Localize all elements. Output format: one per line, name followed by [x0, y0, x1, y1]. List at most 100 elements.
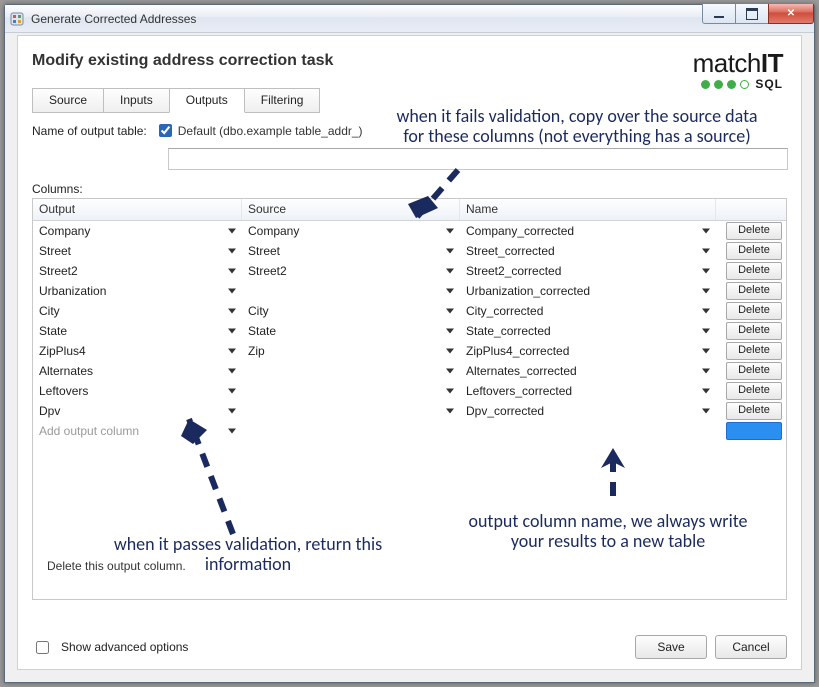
- output-cell[interactable]: ZipPlus4: [33, 342, 242, 360]
- name-cell[interactable]: Street_corrected: [460, 242, 716, 260]
- col-header-source[interactable]: Source: [242, 199, 460, 220]
- chevron-down-icon[interactable]: [228, 369, 236, 374]
- output-cell[interactable]: Leftovers: [33, 382, 242, 400]
- output-table-input[interactable]: [168, 148, 788, 170]
- chevron-down-icon[interactable]: [702, 249, 710, 254]
- name-cell[interactable]: ZipPlus4_corrected: [460, 342, 716, 360]
- source-cell[interactable]: [242, 369, 460, 373]
- chevron-down-icon[interactable]: [702, 229, 710, 234]
- delete-button[interactable]: Delete: [726, 362, 782, 380]
- save-button[interactable]: Save: [635, 635, 707, 659]
- table-row: Street2Street2Street2_correctedDelete: [33, 261, 786, 281]
- chevron-down-icon[interactable]: [446, 289, 454, 294]
- col-header-output[interactable]: Output: [33, 199, 242, 220]
- chevron-down-icon[interactable]: [228, 389, 236, 394]
- output-cell[interactable]: Dpv: [33, 402, 242, 420]
- chevron-down-icon[interactable]: [446, 369, 454, 374]
- source-cell[interactable]: [242, 389, 460, 393]
- delete-button[interactable]: Delete: [726, 342, 782, 360]
- add-row[interactable]: Add output column.: [33, 421, 786, 441]
- name-cell[interactable]: Urbanization_corrected: [460, 282, 716, 300]
- close-button[interactable]: [768, 4, 814, 24]
- chevron-down-icon[interactable]: [446, 329, 454, 334]
- output-cell[interactable]: City: [33, 302, 242, 320]
- name-cell[interactable]: Dpv_corrected: [460, 402, 716, 420]
- chevron-down-icon[interactable]: [446, 309, 454, 314]
- tab-strip: SourceInputsOutputsFiltering: [32, 88, 801, 113]
- name-cell[interactable]: Company_corrected: [460, 222, 716, 240]
- chevron-down-icon[interactable]: [446, 249, 454, 254]
- chevron-down-icon[interactable]: [228, 409, 236, 414]
- chevron-down-icon[interactable]: [228, 269, 236, 274]
- advanced-checkbox[interactable]: [36, 641, 49, 654]
- cancel-button[interactable]: Cancel: [715, 635, 787, 659]
- source-cell[interactable]: [242, 289, 460, 293]
- output-cell[interactable]: Alternates: [33, 362, 242, 380]
- source-cell[interactable]: Street: [242, 242, 460, 260]
- table-row: StreetStreetStreet_correctedDelete: [33, 241, 786, 261]
- name-cell[interactable]: Street2_corrected: [460, 262, 716, 280]
- name-cell[interactable]: State_corrected: [460, 322, 716, 340]
- minimize-button[interactable]: [702, 4, 736, 24]
- delete-button[interactable]: Delete: [726, 302, 782, 320]
- chevron-down-icon[interactable]: [228, 429, 236, 434]
- table-row: Urbanization Urbanization_corrected Delete: [33, 281, 786, 301]
- output-table-label: Name of output table:: [32, 124, 147, 138]
- output-cell[interactable]: Company: [33, 222, 242, 240]
- maximize-button[interactable]: [735, 4, 769, 24]
- delete-button[interactable]: Delete: [726, 382, 782, 400]
- delete-button[interactable]: Delete: [726, 322, 782, 340]
- output-cell[interactable]: Street2: [33, 262, 242, 280]
- chevron-down-icon[interactable]: [228, 349, 236, 354]
- chevron-down-icon[interactable]: [446, 349, 454, 354]
- add-row-highlight[interactable]: .: [726, 422, 782, 440]
- add-output-cell[interactable]: Add output column: [33, 422, 242, 440]
- chevron-down-icon[interactable]: [446, 269, 454, 274]
- tab-filtering[interactable]: Filtering: [244, 88, 321, 113]
- chevron-down-icon[interactable]: [702, 309, 710, 314]
- chevron-down-icon[interactable]: [702, 409, 710, 414]
- chevron-down-icon[interactable]: [446, 229, 454, 234]
- source-cell[interactable]: Company: [242, 222, 460, 240]
- name-cell[interactable]: City_corrected: [460, 302, 716, 320]
- chevron-down-icon[interactable]: [446, 409, 454, 414]
- source-cell[interactable]: State: [242, 322, 460, 340]
- chevron-down-icon[interactable]: [702, 269, 710, 274]
- chevron-down-icon[interactable]: [702, 329, 710, 334]
- delete-button[interactable]: Delete: [726, 262, 782, 280]
- delete-button[interactable]: Delete: [726, 222, 782, 240]
- chevron-down-icon[interactable]: [702, 289, 710, 294]
- output-cell[interactable]: Urbanization: [33, 282, 242, 300]
- name-cell[interactable]: Alternates_corrected: [460, 362, 716, 380]
- tab-inputs[interactable]: Inputs: [103, 88, 170, 113]
- tab-outputs[interactable]: Outputs: [169, 88, 245, 113]
- chevron-down-icon[interactable]: [702, 369, 710, 374]
- output-cell[interactable]: State: [33, 322, 242, 340]
- advanced-label: Show advanced options: [61, 640, 188, 654]
- source-cell[interactable]: Street2: [242, 262, 460, 280]
- chevron-down-icon[interactable]: [228, 289, 236, 294]
- col-header-name[interactable]: Name: [460, 199, 716, 220]
- delete-button[interactable]: Delete: [726, 402, 782, 420]
- delete-button[interactable]: Delete: [726, 242, 782, 260]
- delete-button[interactable]: Delete: [726, 282, 782, 300]
- source-cell[interactable]: Zip: [242, 342, 460, 360]
- table-row: Leftovers Leftovers_corrected Delete: [33, 381, 786, 401]
- source-cell[interactable]: [242, 409, 460, 413]
- source-cell[interactable]: City: [242, 302, 460, 320]
- chevron-down-icon[interactable]: [702, 349, 710, 354]
- chevron-down-icon[interactable]: [228, 249, 236, 254]
- chevron-down-icon[interactable]: [228, 309, 236, 314]
- title-bar[interactable]: Generate Corrected Addresses: [5, 5, 814, 33]
- app-icon: [9, 11, 25, 27]
- chevron-down-icon[interactable]: [446, 389, 454, 394]
- default-checkbox[interactable]: [159, 124, 172, 137]
- annotation-name: output column name, we always write your…: [468, 511, 748, 551]
- chevron-down-icon[interactable]: [228, 229, 236, 234]
- table-row: Dpv Dpv_corrected Delete: [33, 401, 786, 421]
- output-cell[interactable]: Street: [33, 242, 242, 260]
- chevron-down-icon[interactable]: [228, 329, 236, 334]
- tab-source[interactable]: Source: [32, 88, 104, 113]
- name-cell[interactable]: Leftovers_corrected: [460, 382, 716, 400]
- chevron-down-icon[interactable]: [702, 389, 710, 394]
